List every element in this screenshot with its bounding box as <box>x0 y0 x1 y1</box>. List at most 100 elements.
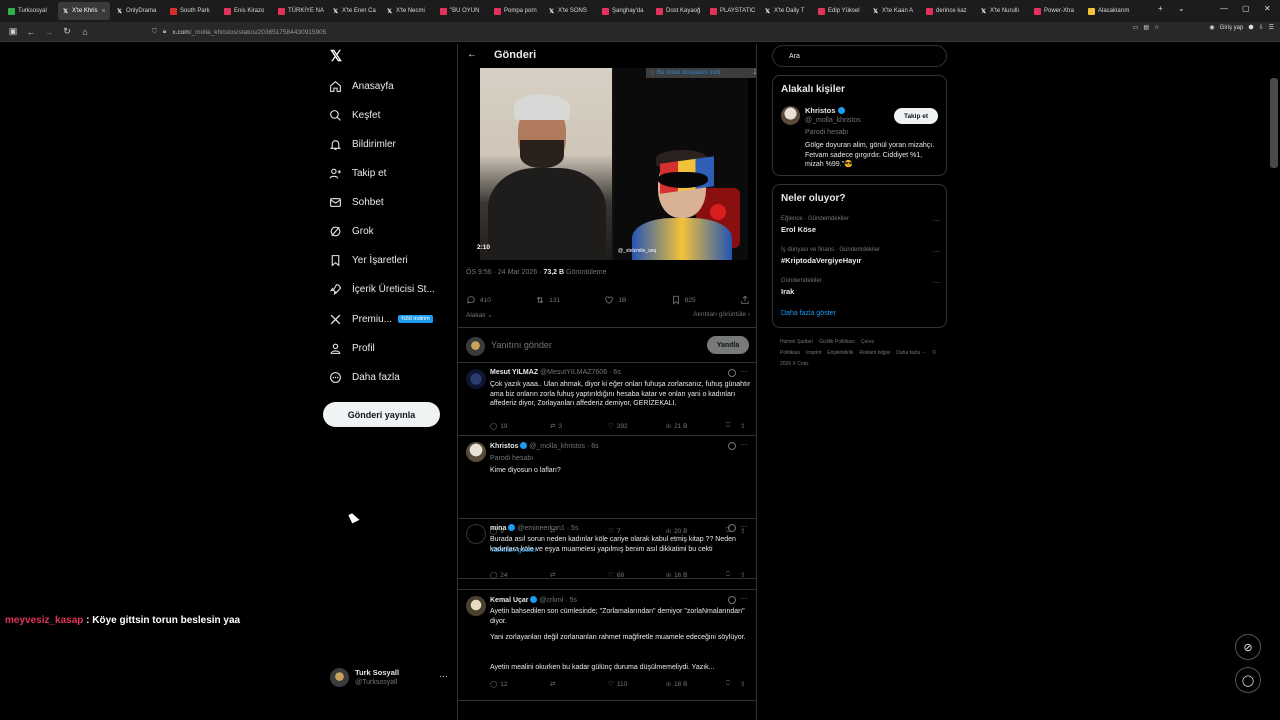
nav-item-bell[interactable]: Bildirimler <box>329 134 396 154</box>
views-action[interactable]: ılı 21 B <box>666 423 726 430</box>
browser-tab[interactable]: South Park <box>166 2 218 20</box>
browser-tab[interactable]: 𝕏 OnlyDrama <box>112 2 164 20</box>
grok-icon[interactable] <box>728 442 736 450</box>
footer-link[interactable]: Daha fazla ··· <box>896 350 926 356</box>
browser-tab[interactable]: Dost Kayaoğ <box>652 2 704 20</box>
nav-item-home[interactable]: Anasayfa <box>329 76 394 96</box>
repost-action[interactable]: ⇄ <box>550 571 608 579</box>
reply-input[interactable]: Yanıtını gönder <box>491 340 552 350</box>
show-more-link[interactable]: Daha fazla göster <box>781 310 836 317</box>
sidebar-toggle-icon[interactable]: ▣ <box>4 23 22 41</box>
address-bar[interactable]: ⛉ 🔒︎ x.com /_molla_khristos/status/20365… <box>152 25 1142 39</box>
more-icon[interactable]: ··· <box>933 247 941 256</box>
search-input[interactable]: Ara <box>772 45 947 67</box>
browser-tab[interactable]: TÜRKİYE NA <box>274 2 326 20</box>
close-window-icon[interactable]: ✕ <box>1264 4 1271 13</box>
related-person-name[interactable]: Khristos <box>805 106 845 115</box>
menu-icon[interactable]: ☰ <box>1269 24 1274 31</box>
back-icon[interactable]: ← <box>22 23 40 41</box>
browser-tab[interactable]: 𝕏 X'te Nurullı <box>976 2 1028 20</box>
browser-tab[interactable]: Alacaklarım <box>1084 2 1136 20</box>
trend-item[interactable]: Gündemdekiler Irak ··· <box>781 278 941 296</box>
screenshot-icon[interactable]: ▭ <box>1133 24 1139 31</box>
reply-action[interactable]: ◯ 12 <box>490 680 550 689</box>
browser-tab[interactable]: Edip Yüksel <box>814 2 866 20</box>
downloads-icon[interactable]: ⇩ <box>1259 24 1264 31</box>
reader-icon[interactable]: ▤ <box>1143 24 1149 31</box>
relevance-dropdown[interactable]: Alakalı ⌄ <box>466 311 493 321</box>
like-action[interactable]: ♡ 68 <box>608 571 666 580</box>
home-icon[interactable]: ⌂ <box>76 23 94 41</box>
footer-link[interactable]: Reklam bilgisi <box>859 350 890 356</box>
browser-tab[interactable]: Şanghay'da <box>598 2 650 20</box>
nav-item-follow[interactable]: Takip et <box>329 163 386 183</box>
nav-item-grok[interactable]: Grok <box>329 221 374 241</box>
reply-action[interactable]: 410 <box>466 295 491 305</box>
browser-tab[interactable]: 𝕏 X'te Daily T <box>760 2 812 20</box>
star-icon[interactable]: ☆ <box>1154 24 1159 31</box>
browser-tab[interactable]: 𝕏 X'te Necmi <box>382 2 434 20</box>
browser-tab[interactable]: PLAYSTATIC <box>706 2 758 20</box>
account-switcher[interactable]: Turk Sosyall @Turksosyall ··· <box>330 668 450 688</box>
browser-tab[interactable]: 𝕏 X'te Khris × <box>58 2 110 20</box>
browser-tab[interactable]: 𝕏 X'te Eren Ca <box>328 2 380 20</box>
like-action[interactable]: 1B <box>604 295 626 305</box>
repost-action[interactable]: 131 <box>535 295 560 305</box>
like-action[interactable]: ♡ 392 <box>608 422 666 431</box>
repost-action[interactable]: ⇄ <box>550 680 608 688</box>
extensions-icon[interactable]: ⬢ <box>1248 24 1253 31</box>
browser-tab[interactable]: 𝕏 X'te Kaan A <box>868 2 920 20</box>
reply-action[interactable]: ◯ 24 <box>490 571 550 580</box>
scrollbar[interactable] <box>1270 78 1278 168</box>
grok-icon[interactable] <box>728 369 736 377</box>
footer-link[interactable]: Hizmet Şartları <box>780 339 813 345</box>
footer-link[interactable]: Erişilebilirlik <box>827 350 853 356</box>
maximize-icon[interactable]: ▢ <box>1242 4 1250 13</box>
views-action[interactable]: ılı 18 B <box>666 681 726 688</box>
repost-action[interactable]: ⇄ 3 <box>550 422 608 431</box>
nav-item-search[interactable]: Keşfet <box>329 105 380 125</box>
messages-float-icon[interactable]: ◯ <box>1235 667 1261 693</box>
download-banner[interactable]: ⇩ Bu video dosyasını indir 2 ✕ <box>646 68 756 78</box>
sign-in-label[interactable]: Giriş yap <box>1220 25 1244 31</box>
browser-tab[interactable]: Enis Kirazo <box>220 2 272 20</box>
nav-item-bookmark[interactable]: Yer İşaretleri <box>329 250 408 270</box>
share-icon[interactable]: ⇧ <box>740 571 745 579</box>
trend-item[interactable]: Eğlence · Gündemdekiler Erol Köse ··· <box>781 216 941 234</box>
post-button[interactable]: Gönderi yayınla <box>323 402 440 427</box>
grok-float-icon[interactable]: ⊘ <box>1235 634 1261 660</box>
more-icon[interactable]: ··· <box>740 440 748 449</box>
nav-item-x[interactable]: Premiu... %50 indirim <box>329 309 433 329</box>
share-icon[interactable]: ⇧ <box>740 680 745 688</box>
nav-item-mail[interactable]: Sohbet <box>329 192 384 212</box>
video-player[interactable]: ⇩ Bu video dosyasını indir 2 ✕ <box>480 68 756 260</box>
nav-item-more-circle[interactable]: Daha fazla <box>329 367 400 387</box>
share-icon[interactable]: ⇧ <box>740 422 745 430</box>
minimize-icon[interactable]: — <box>1220 4 1228 13</box>
views-action[interactable]: ılı 16 B <box>666 572 726 579</box>
new-tab-icon[interactable]: + <box>1158 4 1163 13</box>
grok-icon[interactable] <box>728 524 736 532</box>
browser-tab[interactable]: 𝕏 X'te SONS <box>544 2 596 20</box>
view-quotes-link[interactable]: Alıntıları görüntüle › <box>693 311 750 321</box>
browser-tab[interactable]: "BU OYUN <box>436 2 488 20</box>
share-action[interactable] <box>740 295 750 305</box>
more-icon[interactable]: ··· <box>439 671 448 681</box>
nav-item-rocket[interactable]: İçerik Üreticisi St... <box>329 279 435 299</box>
bookmark-action[interactable]: 825 <box>671 295 696 305</box>
reply-item[interactable]: mina @emineerkan1 · 5s ··· Burada asıl s… <box>458 518 756 590</box>
browser-tab[interactable]: Pompa porn <box>490 2 542 20</box>
close-tab-icon[interactable]: × <box>102 8 106 15</box>
grok-icon[interactable] <box>728 596 736 604</box>
browser-tab[interactable]: derince kaz <box>922 2 974 20</box>
x-logo-icon[interactable]: 𝕏 <box>330 49 344 64</box>
reload-icon[interactable]: ↻ <box>58 23 76 41</box>
account-icon[interactable]: ◉ <box>1209 24 1214 31</box>
avatar[interactable] <box>781 106 800 125</box>
footer-link[interactable]: Gizlilik Politikası <box>819 339 855 345</box>
browser-tab[interactable]: Power-Xtra <box>1030 2 1082 20</box>
bookmark-icon[interactable]: ⎕ <box>726 680 740 688</box>
follow-button[interactable]: Takip et <box>894 108 938 124</box>
more-icon[interactable]: ··· <box>933 278 941 287</box>
back-arrow-icon[interactable]: ← <box>467 49 477 60</box>
